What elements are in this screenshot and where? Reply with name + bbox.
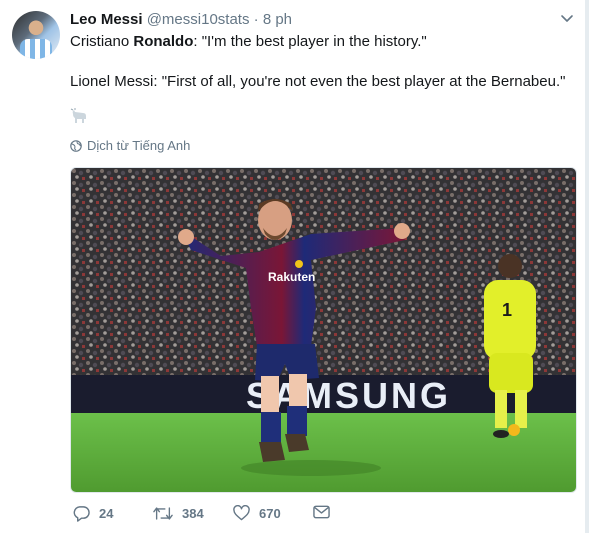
- jersey-sponsor: Rakuten: [268, 270, 315, 284]
- right-border: [585, 0, 589, 533]
- tweet-photo[interactable]: SAMSUNG 1 Rakuten: [70, 167, 577, 493]
- bold-name: Ronaldo: [133, 33, 194, 50]
- reply-icon: [73, 506, 90, 522]
- translate-label: Dịch từ Tiếng Anh: [87, 138, 191, 153]
- retweet-icon: [153, 507, 173, 520]
- author-name[interactable]: Leo Messi: [70, 11, 143, 28]
- separator: ·: [253, 11, 259, 28]
- retweet-count: 384: [182, 506, 204, 521]
- tweet-line-2: Lionel Messi: "First of all, you're not …: [70, 73, 566, 90]
- like-count: 670: [259, 505, 281, 521]
- globe-icon: [70, 139, 82, 152]
- reply-button[interactable]: 24: [73, 505, 113, 522]
- like-button[interactable]: 670: [233, 505, 281, 521]
- like-icon: [233, 505, 250, 521]
- translate-link[interactable]: Dịch từ Tiếng Anh: [70, 138, 190, 153]
- tweet-line-1: Cristiano Ronaldo: "I'm the best player …: [70, 33, 427, 50]
- message-icon: [313, 505, 330, 519]
- timestamp[interactable]: 8 ph: [263, 11, 292, 28]
- direct-message-button[interactable]: [313, 505, 330, 519]
- keeper-number: 1: [502, 300, 512, 320]
- tweet-header: Leo Messi @messi10stats · 8 ph: [70, 10, 292, 29]
- avatar[interactable]: [12, 11, 60, 59]
- goat-emoji-icon: [70, 108, 88, 129]
- reply-count: 24: [99, 506, 114, 521]
- retweet-button[interactable]: 384: [153, 505, 204, 522]
- tweet-actions: 24 384 670: [70, 505, 370, 527]
- tweet-text: Cristiano Ronaldo: "I'm the best player …: [70, 32, 570, 92]
- chevron-down-icon[interactable]: [559, 10, 575, 26]
- author-handle[interactable]: @messi10stats: [147, 11, 250, 28]
